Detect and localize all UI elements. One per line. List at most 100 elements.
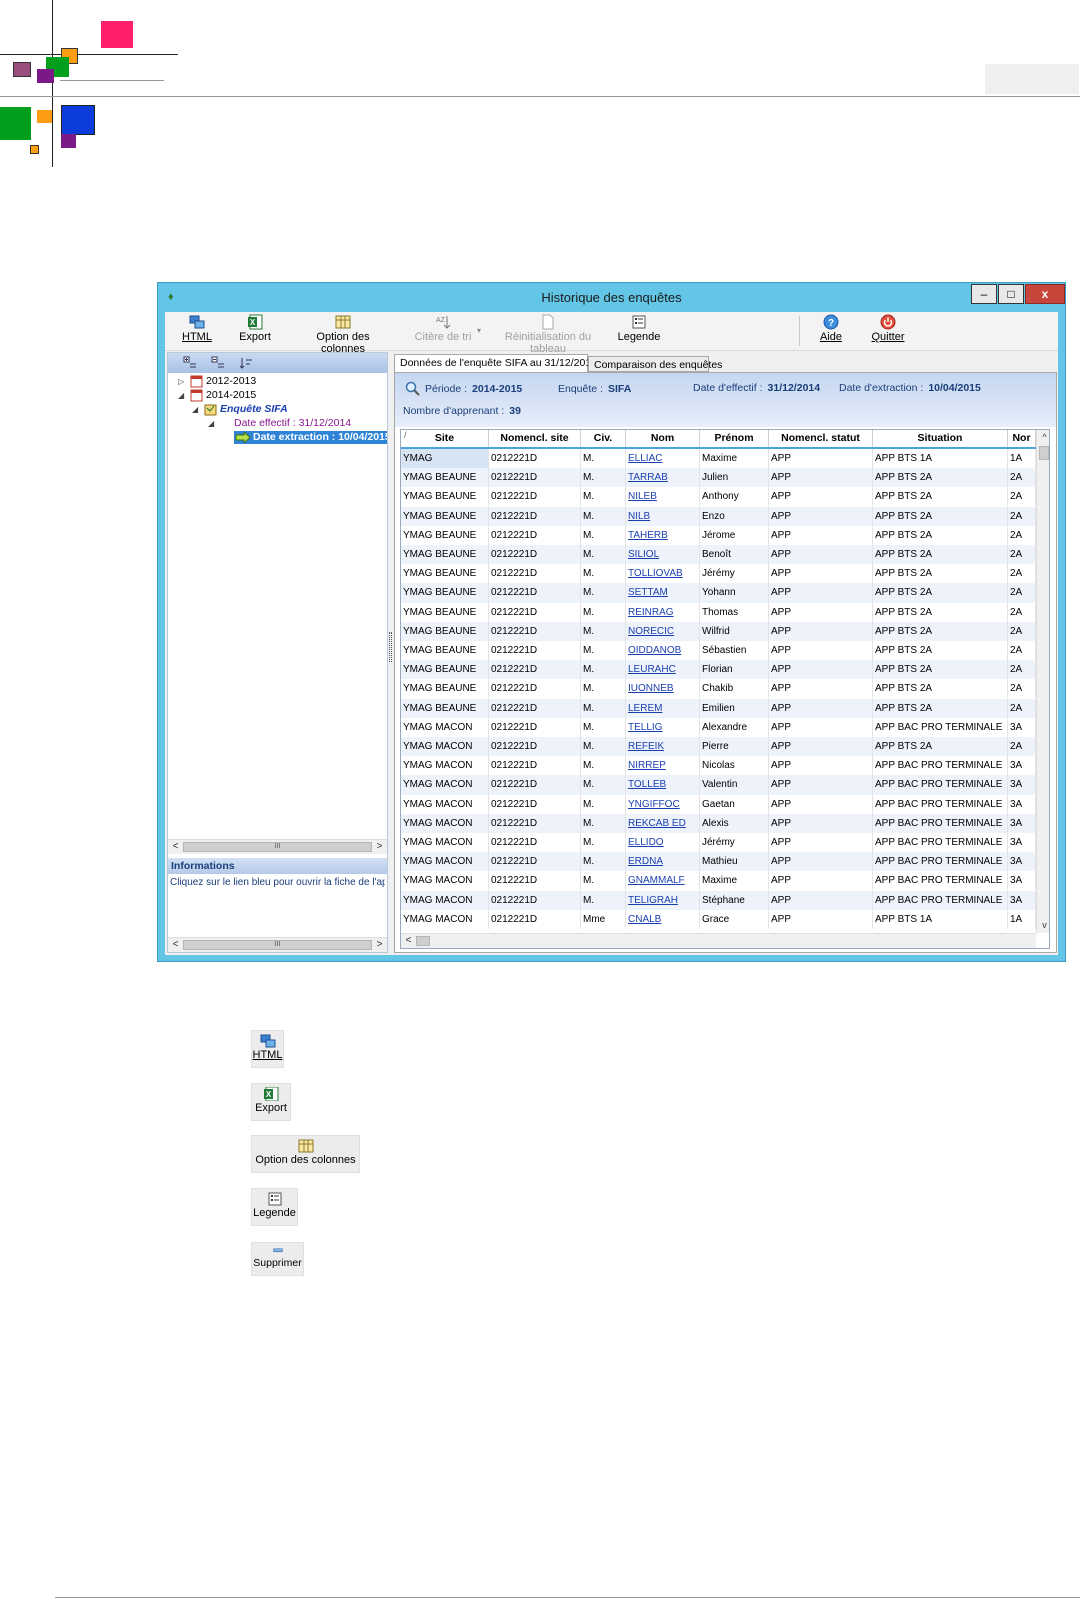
sort-criteria-button[interactable]: AZ Citère de tri: [413, 314, 473, 343]
learner-link[interactable]: REINRAG: [626, 602, 700, 622]
legend-icon: [632, 315, 646, 329]
columns-option-button[interactable]: Option des colonnes: [293, 314, 393, 355]
learner-link[interactable]: ELLIDO: [626, 833, 700, 852]
column-header-nomencl-site[interactable]: Nomencl. site: [489, 430, 581, 447]
learner-link[interactable]: OIDDANOB: [626, 641, 700, 660]
table-row[interactable]: YMAG BEAUNE 0212221D M. REINRAG Thomas APP APP…: [401, 602, 1036, 622]
table-row[interactable]: YMAG BEAUNE 0212221D M. TAHERB Jérome APP APP …: [401, 525, 1036, 545]
scroll-left-arrow[interactable]: <: [168, 840, 183, 854]
collapse-all-icon[interactable]: [211, 356, 225, 370]
reset-table-button[interactable]: Réinitialisation du tableau: [493, 314, 603, 355]
learner-link[interactable]: YNGIFFOC: [626, 794, 700, 814]
table-row[interactable]: YMAG BEAUNE 0212221D M. IUONNEB Chakib APP APP…: [401, 679, 1036, 699]
learner-link[interactable]: LEURAHC: [626, 660, 700, 680]
table-row[interactable]: YMAG MACON 0212221D M. TELIGRAH Stéphane APP A…: [401, 890, 1036, 910]
scroll-right-arrow[interactable]: >: [372, 938, 387, 952]
table-row[interactable]: YMAG BEAUNE 0212221D M. SILIOL Benoît APP APP …: [401, 545, 1036, 565]
table-row[interactable]: YMAG MACON 0212221D Mme CNALB Grace APP APP BT…: [401, 909, 1036, 929]
learner-link[interactable]: ELLIAC: [626, 449, 700, 468]
export-button[interactable]: X Export: [235, 314, 275, 343]
tab-donnees-enquete[interactable]: Données de l'enquête SIFA au 31/12/2014: [394, 354, 597, 373]
table-row[interactable]: YMAG BEAUNE 0212221D M. NILEB Anthony APP APP …: [401, 487, 1036, 507]
table-row[interactable]: YMAG BEAUNE 0212221D M. NORECIC Wilfrid APP AP…: [401, 621, 1036, 641]
expand-all-icon[interactable]: [183, 356, 197, 370]
learner-link[interactable]: SILIOL: [626, 545, 700, 564]
learner-link[interactable]: LEREM: [626, 698, 700, 718]
table-row[interactable]: YMAG MACON 0212221D M. YNGIFFOC Gaetan APP APP…: [401, 794, 1036, 814]
sort-dropdown-arrow-icon[interactable]: ▾: [477, 326, 481, 335]
collapse-arrow-icon[interactable]: ◢: [178, 391, 184, 400]
grid-vertical-scrollbar[interactable]: ^ v: [1036, 430, 1049, 933]
table-row[interactable]: YMAG BEAUNE 0212221D M. SETTAM Yohann APP APP …: [401, 583, 1036, 603]
column-header-nomencl-statut[interactable]: Nomencl. statut: [769, 430, 873, 447]
quit-button[interactable]: Quitter: [868, 314, 908, 343]
info-horizontal-scrollbar[interactable]: < III >: [168, 937, 387, 952]
cell-site: YMAG BEAUNE: [401, 506, 489, 526]
tree-node-date-extraction[interactable]: Date extraction : 10/04/2015: [234, 431, 387, 444]
column-header-nom[interactable]: Nom: [626, 430, 700, 447]
html-button[interactable]: HTML: [177, 314, 217, 343]
table-row[interactable]: YMAG BEAUNE 0212221D M. OIDDANOB Sébastien AP…: [401, 641, 1036, 660]
columns-icon: [335, 315, 351, 329]
table-row[interactable]: YMAG MACON 0212221D M. NIRREP Nicolas APP APP …: [401, 756, 1036, 776]
table-row[interactable]: YMAG MACON 0212221D M. ERDNA Mathieu APP APP B…: [401, 852, 1036, 872]
column-header-niveau[interactable]: Nor: [1008, 430, 1036, 447]
grid-horizontal-scrollbar[interactable]: <: [401, 933, 1036, 948]
help-button[interactable]: ? Aide: [816, 314, 846, 343]
scroll-right-arrow[interactable]: >: [372, 840, 387, 854]
table-row[interactable]: YMAG BEAUNE 0212221D M. LEREM Emilien APP APP …: [401, 698, 1036, 718]
table-row[interactable]: YMAG BEAUNE 0212221D M. LEURAHC Florian APP AP…: [401, 660, 1036, 680]
learner-link[interactable]: IUONNEB: [626, 679, 700, 699]
table-row[interactable]: YMAG MACON 0212221D M. GNAMMALF Maxime APP APP…: [401, 871, 1036, 891]
legend-button[interactable]: Legende: [617, 314, 661, 343]
table-row[interactable]: YMAG 0212221D M. ELLIAC Maxime APP APP BTS 1A 1…: [401, 449, 1036, 468]
close-button[interactable]: x: [1025, 284, 1065, 304]
scroll-down-arrow[interactable]: v: [1037, 918, 1049, 932]
scroll-left-arrow[interactable]: <: [168, 938, 183, 952]
table-row[interactable]: YMAG BEAUNE 0212221D M. TARRAB Julien APP APP …: [401, 468, 1036, 488]
learner-link[interactable]: CNALB: [626, 909, 700, 929]
learner-link[interactable]: TELIGRAH: [626, 890, 700, 910]
column-header-civ[interactable]: Civ.: [581, 430, 626, 447]
panel-splitter[interactable]: [389, 632, 392, 662]
table-row[interactable]: YMAG MACON 0212221D M. REFEIK Pierre APP APP B…: [401, 737, 1036, 757]
table-row[interactable]: YMAG BEAUNE 0212221D M. TOLLIOVAB Jérémy APP A…: [401, 564, 1036, 584]
learner-link[interactable]: TARRAB: [626, 468, 700, 488]
column-header-situation[interactable]: Situation: [873, 430, 1008, 447]
tab-comparaison[interactable]: Comparaison des enquêtes: [588, 356, 722, 372]
learner-link[interactable]: NIRREP: [626, 756, 700, 776]
minimize-button[interactable]: ‒: [971, 284, 997, 304]
scroll-left-arrow[interactable]: <: [401, 934, 416, 948]
table-row[interactable]: YMAG BEAUNE 0212221D M. NILB Enzo APP APP BTS …: [401, 506, 1036, 526]
collapse-arrow-icon[interactable]: ◢: [192, 405, 198, 414]
scroll-thumb[interactable]: [416, 936, 430, 946]
maximize-button[interactable]: □: [998, 284, 1024, 304]
learner-link[interactable]: ERDNA: [626, 852, 700, 872]
title-bar[interactable]: ♦ Historique des enquêtes ‒ □ x: [158, 283, 1065, 312]
table-row[interactable]: YMAG MACON 0212221D M. REKCAB ED Alexis APP AP…: [401, 813, 1036, 833]
learner-link[interactable]: REFEIK: [626, 737, 700, 756]
learner-link[interactable]: NILB: [626, 506, 700, 526]
column-header-site[interactable]: Site: [401, 430, 489, 447]
learner-link[interactable]: NORECIC: [626, 621, 700, 641]
table-row[interactable]: YMAG MACON 0212221D M. TOLLEB Valentin APP APP…: [401, 775, 1036, 795]
tree-horizontal-scrollbar[interactable]: < III >: [168, 839, 387, 854]
learner-link[interactable]: REKCAB ED: [626, 813, 700, 833]
sort-tree-icon[interactable]: [239, 356, 253, 370]
learner-link[interactable]: TELLIG: [626, 717, 700, 737]
scroll-thumb[interactable]: III: [183, 842, 372, 852]
learner-link[interactable]: TAHERB: [626, 525, 700, 545]
column-header-prenom[interactable]: Prénom: [700, 430, 769, 447]
scroll-thumb[interactable]: III: [183, 940, 372, 950]
learner-link[interactable]: GNAMMALF: [626, 871, 700, 891]
expand-arrow-icon[interactable]: ▷: [178, 377, 184, 386]
table-row[interactable]: YMAG MACON 0212221D M. ELLIDO Jérémy APP APP B…: [401, 833, 1036, 852]
scroll-up-arrow[interactable]: ^: [1037, 430, 1049, 444]
learner-link[interactable]: NILEB: [626, 487, 700, 507]
learner-link[interactable]: TOLLIOVAB: [626, 564, 700, 584]
table-row[interactable]: YMAG MACON 0212221D M. TELLIG Alexandre APP AP…: [401, 717, 1036, 737]
learner-link[interactable]: TOLLEB: [626, 775, 700, 795]
collapse-arrow-icon[interactable]: ◢: [208, 419, 214, 428]
scroll-thumb[interactable]: [1039, 446, 1049, 460]
learner-link[interactable]: SETTAM: [626, 583, 700, 603]
